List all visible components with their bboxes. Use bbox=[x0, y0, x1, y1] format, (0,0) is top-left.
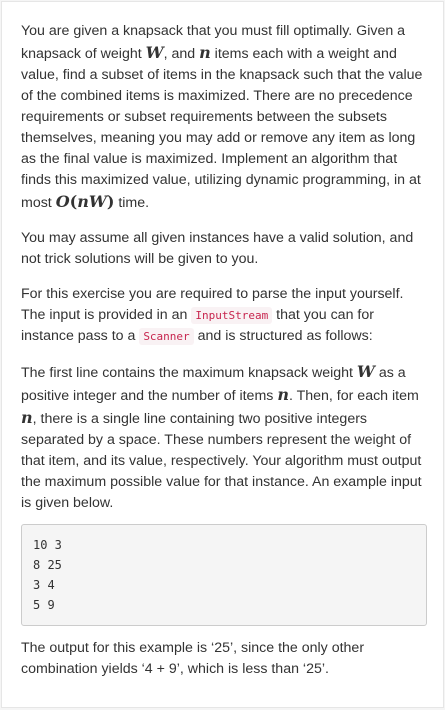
structure-text-1: The first line contains the maximum knap… bbox=[21, 365, 357, 381]
structure-text-3: . Then, for each item bbox=[288, 388, 419, 404]
math-var-W: W bbox=[145, 43, 164, 62]
problem-paragraph-assumption: You may assume all given instances have … bbox=[21, 230, 414, 267]
math-complexity-O: O bbox=[55, 192, 70, 211]
example-input-code-block: 10 3 8 25 3 4 5 9 bbox=[21, 524, 427, 626]
structure-text-4: , there is a single line containing two … bbox=[21, 411, 422, 511]
inline-code-scanner: Scanner bbox=[139, 328, 194, 345]
inline-code-inputstream: InputStream bbox=[191, 307, 273, 324]
math-var-W-2: W bbox=[356, 362, 375, 381]
example-input-line: 3 4 bbox=[33, 578, 55, 592]
input-format-text-3: and is structured as follows: bbox=[193, 328, 373, 344]
intro-text-4: time. bbox=[114, 195, 150, 211]
problem-paragraph-input-format: For this exercise you are required to pa… bbox=[21, 284, 429, 347]
math-complexity-W: W bbox=[88, 192, 107, 211]
intro-text-2: , and bbox=[163, 46, 200, 62]
example-input-line: 8 25 bbox=[33, 558, 62, 572]
math-var-n-3: n bbox=[21, 408, 33, 427]
intro-text-3: items each with a weight and value, find… bbox=[21, 46, 423, 211]
example-input-line: 10 3 bbox=[33, 538, 62, 552]
math-var-n-2: n bbox=[277, 385, 289, 404]
problem-description: You are given a knapsack that you must f… bbox=[21, 21, 429, 694]
math-var-n: n bbox=[199, 43, 211, 62]
math-complexity-n: n bbox=[77, 192, 89, 211]
math-complexity: O(nW) bbox=[56, 192, 115, 211]
problem-paragraph-output-explanation: The output for this example is ‘25’, sin… bbox=[21, 640, 365, 677]
problem-paragraph-structure: The first line contains the maximum knap… bbox=[21, 361, 429, 514]
problem-page: You are given a knapsack that you must f… bbox=[1, 1, 444, 708]
example-input-line: 5 9 bbox=[33, 598, 55, 612]
problem-paragraph-intro: You are given a knapsack that you must f… bbox=[21, 21, 429, 214]
